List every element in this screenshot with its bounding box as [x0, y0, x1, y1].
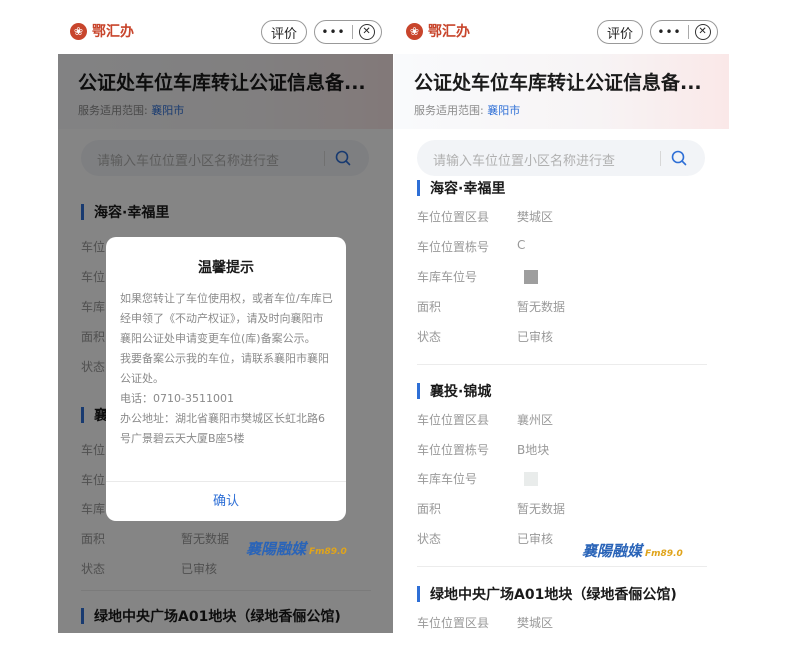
- dialog-phone: 电话：0710-3511001: [120, 392, 234, 405]
- app-logo: ❀ 鄂汇办: [70, 21, 134, 41]
- notice-dialog: 温馨提示 如果您转让了车位使用权，或者车位/车库已经申领了《不动产权证》，请及时…: [106, 237, 346, 521]
- app-name: 鄂汇办: [92, 24, 134, 40]
- scope-city: 襄阳市: [487, 104, 521, 117]
- close-icon[interactable]: ✕: [358, 24, 375, 40]
- close-icon[interactable]: ✕: [694, 24, 711, 40]
- record-card: 绿地中央广场A01地块（绿地香俪公馆) 车位位置区县 樊城区: [417, 582, 707, 630]
- record-row: 状态 已审核: [417, 330, 554, 344]
- record-row: 车位位置栋号 B地块: [417, 443, 550, 457]
- search-input[interactable]: 请输入车位位置小区名称进行查: [433, 150, 615, 169]
- divider: [417, 364, 707, 365]
- watermark-logo: 襄陽融媒 Fm89.0: [582, 542, 683, 560]
- service-scope: 服务适用范围: 襄阳市: [414, 102, 520, 118]
- app-logo: ❀ 鄂汇办: [406, 21, 470, 41]
- mini-program-capsule: ••• ✕: [314, 20, 382, 44]
- confirm-button[interactable]: 确认: [106, 490, 346, 509]
- redacted-value: [524, 270, 538, 284]
- dialog-body: 如果您转让了车位使用权，或者车位/车库已经申领了《不动产权证》，请及时向襄阳市襄…: [120, 289, 334, 449]
- top-bar: ❀ 鄂汇办 评价 ••• ✕: [58, 8, 393, 54]
- record-row: 面积 暂无数据: [417, 502, 566, 516]
- dialog-title: 温馨提示: [198, 260, 254, 276]
- mini-program-capsule: ••• ✕: [650, 20, 718, 44]
- rate-button[interactable]: 评价: [597, 20, 643, 44]
- title-accent-bar: [417, 383, 420, 399]
- dialog-paragraph: 如果您转让了车位使用权，或者车位/车库已经申领了《不动产权证》，请及时向襄阳市襄…: [120, 292, 333, 345]
- search-icon[interactable]: [671, 150, 687, 166]
- dialog-divider: [106, 481, 346, 482]
- more-icon[interactable]: •••: [657, 25, 681, 39]
- record-row: 车库车位号: [417, 268, 707, 288]
- record-card: 海容·幸福里 车位位置区县 樊城区 车位位置栋号 C 车库车位号 面积 暂无数据…: [417, 176, 707, 365]
- scope-label: 服务适用范围:: [414, 104, 484, 117]
- title-accent-bar: [417, 586, 420, 602]
- redacted-value: [524, 472, 538, 486]
- record-title: 襄投·锦城: [417, 379, 707, 403]
- logo-icon: ❀: [70, 22, 87, 40]
- logo-icon: ❀: [406, 22, 423, 40]
- capsule-divider: [351, 25, 353, 39]
- page-header: 公证处车位车库转让公证信息备... 服务适用范围: 襄阳市: [394, 54, 729, 129]
- divider: [417, 566, 707, 567]
- page-title: 公证处车位车库转让公证信息备...: [414, 72, 702, 94]
- top-bar: ❀ 鄂汇办 评价 ••• ✕: [394, 8, 729, 54]
- record-card: 襄投·锦城 车位位置区县 襄州区 车位位置栋号 B地块 车库车位号 面积 暂无数…: [417, 379, 707, 567]
- record-row: 车位位置栋号 C: [417, 238, 526, 254]
- left-screen: ❀ 鄂汇办 评价 ••• ✕ 公证处车位车库转让公证信息备... 服务适用范围:…: [58, 8, 393, 633]
- dialog-paragraph: 我要备案公示我的车位，请联系襄阳市襄阳公证处。: [120, 352, 329, 385]
- more-icon[interactable]: •••: [321, 25, 345, 39]
- title-accent-bar: [417, 180, 420, 196]
- watermark-logo: 襄陽融媒 Fm89.0: [246, 540, 347, 558]
- dialog-address: 办公地址：湖北省襄阳市樊城区长虹北路6号广景碧云天大厦B座5楼: [120, 412, 325, 445]
- right-screen: ❀ 鄂汇办 评价 ••• ✕ 公证处车位车库转让公证信息备... 服务适用范围:…: [394, 8, 729, 633]
- rate-button[interactable]: 评价: [261, 20, 307, 44]
- record-title: 绿地中央广场A01地块（绿地香俪公馆): [417, 582, 707, 606]
- record-row: 面积 暂无数据: [417, 300, 566, 314]
- search-divider: [660, 151, 661, 166]
- record-row: 车位位置区县 襄州区: [417, 413, 554, 427]
- record-row: 车位位置区县 樊城区: [417, 616, 554, 630]
- search-bar[interactable]: 请输入车位位置小区名称进行查: [417, 140, 705, 176]
- app-name: 鄂汇办: [428, 24, 470, 40]
- record-row: 车位位置区县 樊城区: [417, 210, 554, 224]
- record-row: 车库车位号: [417, 470, 707, 490]
- capsule-divider: [687, 25, 689, 39]
- record-title: 海容·幸福里: [417, 176, 707, 200]
